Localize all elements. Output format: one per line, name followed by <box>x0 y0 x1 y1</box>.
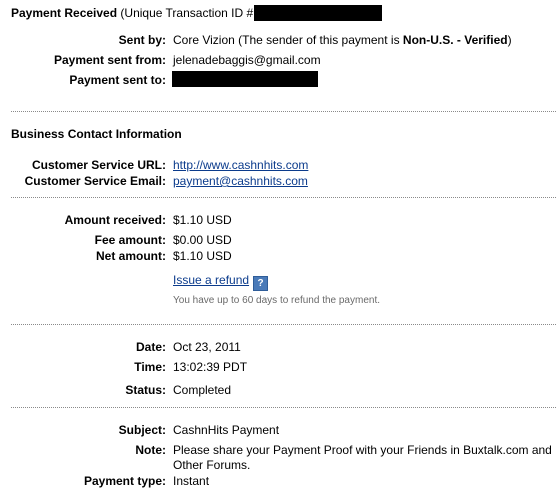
net-amount-label: Net amount: <box>96 249 166 263</box>
page-header: Payment Received (Unique Transaction ID … <box>11 6 253 20</box>
time-label: Time: <box>134 360 166 374</box>
customer-service-email-label: Customer Service Email: <box>24 174 166 188</box>
net-amount-value: $1.10 USD <box>173 249 232 263</box>
customer-service-email-value: payment@cashnhits.com <box>173 174 308 188</box>
sender-note-prefix: (The sender of this payment is <box>238 33 403 47</box>
page-title: Payment Received <box>11 6 118 20</box>
date-value: Oct 23, 2011 <box>173 340 241 354</box>
sender-status: Non-U.S. - Verified <box>402 33 508 47</box>
status-label: Status: <box>125 383 166 397</box>
sent-from-value: jelenadebaggis@gmail.com <box>173 53 321 67</box>
date-label: Date: <box>135 340 166 354</box>
sent-by-value: Core Vizion (The sender of this payment … <box>173 33 512 47</box>
sent-from-label: Payment sent from: <box>53 53 166 67</box>
subject-value: CashnHits Payment <box>173 423 280 437</box>
section-divider <box>11 407 556 408</box>
status-value: Completed <box>173 383 232 397</box>
sender-note-suffix: ) <box>507 33 512 47</box>
customer-service-url-value: http://www.cashnhits.com <box>173 158 308 172</box>
customer-service-url-link[interactable]: http://www.cashnhits.com <box>173 158 308 172</box>
section-divider <box>11 197 556 198</box>
sent-to-redaction <box>172 71 318 87</box>
transaction-id-label: (Unique Transaction ID # <box>120 6 254 20</box>
payment-type-value: Instant <box>173 474 210 488</box>
section-divider <box>11 111 556 112</box>
sent-to-label: Payment sent to: <box>69 73 166 87</box>
transaction-id-redaction <box>254 5 382 21</box>
time-value: 13:02:39 PDT <box>173 360 248 374</box>
customer-service-email-link[interactable]: payment@cashnhits.com <box>173 174 308 188</box>
issue-refund-link[interactable]: Issue a refund <box>173 273 249 287</box>
fee-amount-label: Fee amount: <box>94 233 166 247</box>
refund-note: You have up to 60 days to refund the pay… <box>173 295 381 306</box>
amount-received-label: Amount received: <box>64 213 166 227</box>
fee-amount-value: $0.00 USD <box>173 233 232 247</box>
subject-label: Subject: <box>118 423 166 437</box>
note-line-1: Please share your Payment Proof with you… <box>173 443 552 457</box>
sent-by-label: Sent by: <box>118 33 166 47</box>
note-label: Note: <box>135 443 166 457</box>
question-mark-icon[interactable]: ? <box>253 276 269 291</box>
business-contact-heading: Business Contact Information <box>11 127 182 141</box>
sender-name: Core Vizion <box>173 33 235 47</box>
note-line-2: Other Forums. <box>173 458 251 472</box>
section-divider <box>11 324 556 325</box>
amount-received-value: $1.10 USD <box>173 213 232 227</box>
customer-service-url-label: Customer Service URL: <box>31 158 166 172</box>
refund-row: Issue a refund? <box>173 273 269 291</box>
payment-type-label: Payment type: <box>83 474 166 488</box>
